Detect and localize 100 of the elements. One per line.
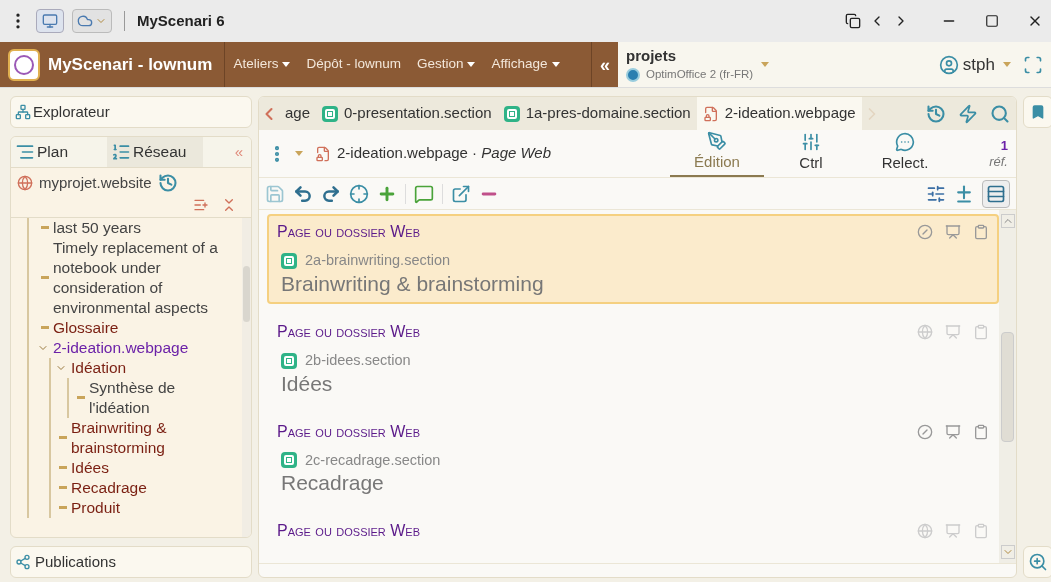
scroll-down-icon xyxy=(1000,545,1015,559)
redo-icon[interactable] xyxy=(321,183,341,204)
tree-item[interactable]: Idées xyxy=(71,457,109,478)
copy-icon[interactable] xyxy=(845,13,861,29)
document-name: 2-ideation.webpage · Page Web xyxy=(337,143,552,164)
editor-tab[interactable]: age xyxy=(279,97,317,130)
scrollbar-thumb[interactable] xyxy=(1001,331,1014,442)
caret-icon xyxy=(551,62,560,67)
pen-icon xyxy=(707,131,727,152)
history-icon[interactable] xyxy=(157,173,178,194)
block-title: Recadrage xyxy=(280,471,385,496)
block-heading: Page ou dossier Web xyxy=(277,421,421,442)
clipboard-icon[interactable] xyxy=(973,323,989,340)
block-title: Brainwriting & brainstorming xyxy=(280,271,545,296)
reference-count: 1 xyxy=(1000,137,1008,154)
clipboard-icon[interactable] xyxy=(973,523,989,540)
clipboard-icon[interactable] xyxy=(973,224,989,240)
sliders-icon xyxy=(801,132,821,153)
project-title: projets xyxy=(626,45,677,66)
leaf-dash-icon xyxy=(41,276,49,279)
external-link-icon[interactable] xyxy=(451,183,471,204)
desktop-button[interactable] xyxy=(36,9,64,33)
fullscreen-icon[interactable] xyxy=(1023,54,1043,75)
leaf-dash-icon xyxy=(59,486,67,489)
leaf-dash-icon xyxy=(59,506,67,509)
hidden-globe-icon[interactable] xyxy=(917,224,933,240)
app-logo-icon xyxy=(8,48,40,81)
webpage-file-icon xyxy=(315,145,331,162)
filter-icon[interactable] xyxy=(926,183,946,204)
content-block[interactable]: Page ou dossier Web xyxy=(267,513,999,546)
scrollbar[interactable] xyxy=(999,210,1016,563)
block-heading: Page ou dossier Web xyxy=(277,521,421,542)
scrollbar[interactable] xyxy=(242,217,251,537)
panel-tab[interactable]: Plan xyxy=(11,137,107,167)
mode-tab[interactable]: Relect. xyxy=(858,130,952,177)
panel-tab[interactable]: Réseau xyxy=(107,137,203,167)
reference-label: réf. xyxy=(989,153,1008,170)
app-name: MyScenari - lownum xyxy=(48,42,226,87)
tree-item[interactable]: Timely replacement of a notebook under consideration of environmental aspects xyxy=(53,237,238,318)
presentation-icon[interactable] xyxy=(945,224,961,240)
editor-tab[interactable]: 1a-pres-domaine.section xyxy=(497,97,697,130)
hidden-globe-icon[interactable] xyxy=(917,423,933,440)
leaf-dash-icon xyxy=(77,396,85,399)
section-icon xyxy=(322,105,339,122)
menu-item[interactable]: Gestion xyxy=(408,54,484,75)
leaf-dash-icon xyxy=(41,326,49,329)
list-icon xyxy=(15,142,35,162)
tree-item[interactable]: 2-ideation.webpage xyxy=(53,337,189,358)
save-icon[interactable] xyxy=(265,183,285,204)
clipboard-icon[interactable] xyxy=(973,423,989,440)
outline-view-button[interactable] xyxy=(982,179,1010,208)
maximize-icon[interactable] xyxy=(985,14,999,28)
editor-tab[interactable]: 0-presentation.section xyxy=(316,97,498,130)
section-icon xyxy=(281,352,297,369)
content-block[interactable]: Page ou dossier Web 2c-recadrage.section Recadrage xyxy=(267,413,999,504)
project-caret-icon[interactable] xyxy=(761,62,770,67)
target-icon[interactable] xyxy=(349,183,369,204)
menu-item[interactable]: Affichage xyxy=(483,54,568,75)
content-block[interactable]: Page ou dossier Web 2a-brainwriting.section Brainwriting & brainstorming xyxy=(267,214,999,304)
cloud-icon xyxy=(77,13,93,29)
presentation-icon[interactable] xyxy=(945,423,961,440)
menu-item[interactable]: Dépôt - lownum xyxy=(298,54,409,75)
webpage-file-icon xyxy=(702,105,719,122)
tree-item[interactable]: Produit xyxy=(71,497,121,518)
window-title: MyScenari 6 xyxy=(137,10,225,31)
tree-item[interactable]: Glossaire xyxy=(53,317,119,338)
bookmark-button[interactable] xyxy=(1023,96,1051,128)
menu-item[interactable]: Ateliers xyxy=(225,54,299,75)
cloud-button[interactable] xyxy=(72,9,112,33)
block-heading: Page ou dossier Web xyxy=(277,222,421,242)
caret-icon xyxy=(467,62,476,67)
lightning-icon[interactable] xyxy=(958,103,978,124)
zoom-button[interactable] xyxy=(1023,546,1051,578)
bookmark-icon xyxy=(1030,104,1046,120)
tree-item[interactable]: Idéation xyxy=(71,357,127,378)
section-icon xyxy=(503,105,520,122)
explorer-button[interactable]: Explorateur xyxy=(10,96,252,128)
tree-item[interactable]: last 50 years xyxy=(53,217,141,238)
compare-icon[interactable] xyxy=(954,183,974,204)
numbered-list-icon xyxy=(111,142,131,162)
leaf-dash-icon xyxy=(41,226,49,229)
tree-item[interactable]: Synthèse de l'idéation xyxy=(89,377,238,418)
undo-icon[interactable] xyxy=(293,183,313,204)
mode-tab[interactable]: Ctrl xyxy=(764,130,858,177)
caret-icon[interactable] xyxy=(295,151,303,156)
scrollbar-thumb[interactable] xyxy=(243,265,250,322)
history-icon[interactable] xyxy=(926,103,946,124)
comment-icon[interactable] xyxy=(414,183,434,204)
user-button[interactable]: stph xyxy=(938,51,1011,78)
publications-button[interactable]: Publications xyxy=(10,546,252,578)
tree-item[interactable]: Recadrage xyxy=(71,477,147,498)
zoom-icon xyxy=(1028,552,1048,572)
mode-tab[interactable]: Édition xyxy=(670,130,764,177)
block-heading: Page ou dossier Web xyxy=(277,321,421,342)
speech-bubble-icon xyxy=(895,132,915,153)
editor-tab[interactable]: 2-ideation.webpage xyxy=(696,97,862,130)
search-icon[interactable] xyxy=(990,103,1010,124)
root-item[interactable]: myprojet.website xyxy=(39,172,152,195)
tree-item[interactable]: Brainwriting & brainstorming xyxy=(71,417,238,458)
content-block[interactable]: Page ou dossier Web 2b-idees.section Idées xyxy=(267,313,999,404)
